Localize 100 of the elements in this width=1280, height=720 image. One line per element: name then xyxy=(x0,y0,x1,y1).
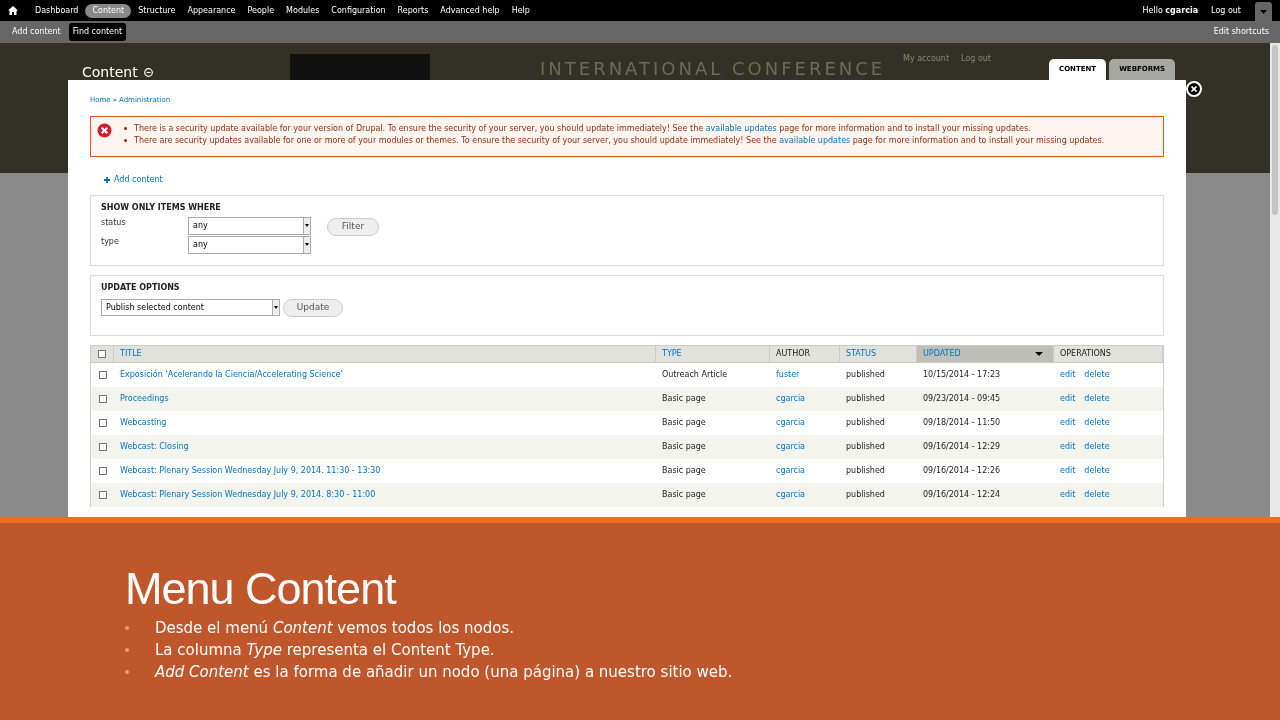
header-link[interactable]: My account xyxy=(903,53,950,65)
toolbar-menu-item[interactable]: Reports xyxy=(392,3,434,18)
table-cell: published xyxy=(846,489,885,499)
checkbox[interactable] xyxy=(98,418,107,427)
column-header: AUTHOR xyxy=(770,345,840,362)
operation-link[interactable]: delete xyxy=(1084,416,1110,429)
edit-shortcuts-link[interactable]: Edit shortcuts xyxy=(1213,26,1269,38)
operation-link[interactable]: delete xyxy=(1084,464,1110,477)
sort-descending-icon xyxy=(1035,351,1043,356)
checkbox[interactable] xyxy=(98,370,107,379)
operation-link[interactable]: edit xyxy=(1060,488,1076,501)
filter-button[interactable]: Filter xyxy=(327,217,379,236)
table-cell: published xyxy=(846,441,885,451)
home-icon[interactable] xyxy=(8,6,18,15)
table-cell: Basic page xyxy=(662,417,706,427)
shortcut-link[interactable]: Find content xyxy=(68,23,127,41)
caret-icon xyxy=(1260,9,1267,14)
column-header[interactable]: UPDATED xyxy=(917,345,1054,362)
available-updates-link[interactable]: available updates xyxy=(779,135,851,145)
checkbox[interactable] xyxy=(98,394,107,403)
error-icon xyxy=(97,122,112,138)
title-link[interactable]: Webcast: Plenary Session Wednesday July 9, 2014. 11:30 - 13:30 xyxy=(120,465,381,475)
author-link[interactable]: cgarcia xyxy=(776,441,805,451)
caret-icon xyxy=(274,306,278,309)
operation-link[interactable]: edit xyxy=(1060,416,1076,429)
toolbar-menu-item[interactable]: Advanced help xyxy=(435,3,505,18)
caret-icon xyxy=(305,224,309,227)
page-title: Content xyxy=(82,63,138,82)
field-label: status xyxy=(101,216,127,229)
logout-link[interactable]: Log out xyxy=(1211,4,1241,17)
checkbox[interactable] xyxy=(98,490,107,499)
field-label: type xyxy=(101,235,120,248)
shortcuts-toggle-button[interactable] xyxy=(1255,2,1272,21)
bullet-text: Add Content es la forma de añadir un nodo (una página) a nuestro sitio web. xyxy=(155,661,733,683)
title-link[interactable]: Webcasting xyxy=(120,417,167,427)
slide-title: Menu Content xyxy=(125,563,398,615)
collapse-icon[interactable] xyxy=(143,68,153,77)
operation-link[interactable]: delete xyxy=(1084,368,1110,381)
filter-select[interactable]: any xyxy=(188,216,311,235)
table-cell: Basic page xyxy=(662,465,706,475)
author-link[interactable]: cgarcia xyxy=(776,465,805,475)
available-updates-link[interactable]: available updates xyxy=(705,123,777,133)
table-cell: 09/23/2014 - 09:45 xyxy=(923,393,1001,403)
table-cell: Basic page xyxy=(662,489,706,499)
operation-link[interactable]: edit xyxy=(1060,440,1076,453)
operation-link[interactable]: edit xyxy=(1060,464,1076,477)
title-link[interactable]: Proceedings xyxy=(120,393,169,403)
toolbar-menu-item[interactable]: Configuration xyxy=(326,3,391,18)
operation-link[interactable]: delete xyxy=(1084,440,1110,453)
toolbar-menu-item[interactable]: Appearance xyxy=(182,3,241,18)
operation-link[interactable]: edit xyxy=(1060,368,1076,381)
table-cell: published xyxy=(846,393,885,403)
title-link[interactable]: Webcast: Closing xyxy=(120,441,189,451)
toolbar-menu-item[interactable]: Structure xyxy=(133,3,181,18)
plus-icon xyxy=(104,176,110,183)
table-cell: Basic page xyxy=(662,441,706,451)
author-link[interactable]: cgarcia xyxy=(776,489,805,499)
checkbox[interactable] xyxy=(98,442,107,451)
column-header[interactable]: TITLE xyxy=(114,345,656,362)
panel-heading: SHOW ONLY ITEMS WHERE xyxy=(101,201,222,214)
bullet-text: Desde el menú Content vemos todos los nodos. xyxy=(155,617,515,639)
operation-link[interactable]: delete xyxy=(1084,488,1110,501)
table-cell: Basic page xyxy=(662,393,706,403)
operation-link[interactable]: delete xyxy=(1084,392,1110,405)
operation-select[interactable]: Publish selected content xyxy=(101,299,280,316)
operation-link[interactable]: edit xyxy=(1060,392,1076,405)
column-header[interactable]: TYPE xyxy=(656,345,770,362)
toolbar-menu-item[interactable]: Dashboard xyxy=(30,3,84,18)
panel-heading: UPDATE OPTIONS xyxy=(101,281,181,294)
author-link[interactable]: fuster xyxy=(776,369,800,379)
table-cell: 10/15/2014 - 17:23 xyxy=(923,369,1001,379)
title-link[interactable]: Webcast: Plenary Session Wednesday July 9, 2014. 8:30 - 11:00 xyxy=(120,489,376,499)
shortcut-link[interactable]: Add content xyxy=(8,23,65,41)
table-cell: published xyxy=(846,417,885,427)
bullet-text: La columna Type representa el Content Type. xyxy=(155,639,495,661)
toolbar-menu-item[interactable]: Modules xyxy=(281,3,325,18)
update-button[interactable]: Update xyxy=(283,298,343,317)
table-cell: published xyxy=(846,465,885,475)
checkbox[interactable] xyxy=(98,466,107,475)
table-cell: 09/16/2014 - 12:26 xyxy=(923,465,1001,475)
error-message: There is a security update available for your version of Drupal. To ensure the security of your server, you should update immediately! See the available updates page for more information and to install your missing updates. xyxy=(134,122,1031,135)
site-banner-text: INTERNATIONAL CONFERENCE xyxy=(540,57,886,81)
table-cell: Outreach Article xyxy=(662,369,728,379)
header-link[interactable]: Log out xyxy=(961,53,991,65)
toolbar-menu-item[interactable]: Help xyxy=(506,3,535,18)
error-message: There are security updates available for one or more of your modules or themes. To ensure the security of your server, you should update immediately! See the available updates page for more information and to install your missing updates. xyxy=(134,134,1105,147)
add-content-link[interactable]: Add content xyxy=(114,173,163,186)
table-cell: 09/18/2014 - 11:50 xyxy=(923,417,1001,427)
author-link[interactable]: cgarcia xyxy=(776,417,805,427)
column-header: OPERATIONS xyxy=(1054,345,1163,362)
toolbar-menu-item[interactable]: People xyxy=(242,3,280,18)
filter-select[interactable]: any xyxy=(188,235,311,254)
close-icon xyxy=(1191,86,1197,92)
user-greeting: Hello cgarcia xyxy=(1142,4,1199,17)
title-link[interactable]: Exposición ‘Acelerando la Ciencia/Accelerating Science’ xyxy=(120,369,344,379)
checkbox[interactable] xyxy=(98,349,106,358)
table-cell: published xyxy=(846,369,885,379)
toolbar-menu-item[interactable]: Content xyxy=(85,3,132,18)
author-link[interactable]: cgarcia xyxy=(776,393,805,403)
scrollbar[interactable] xyxy=(1270,43,1280,517)
